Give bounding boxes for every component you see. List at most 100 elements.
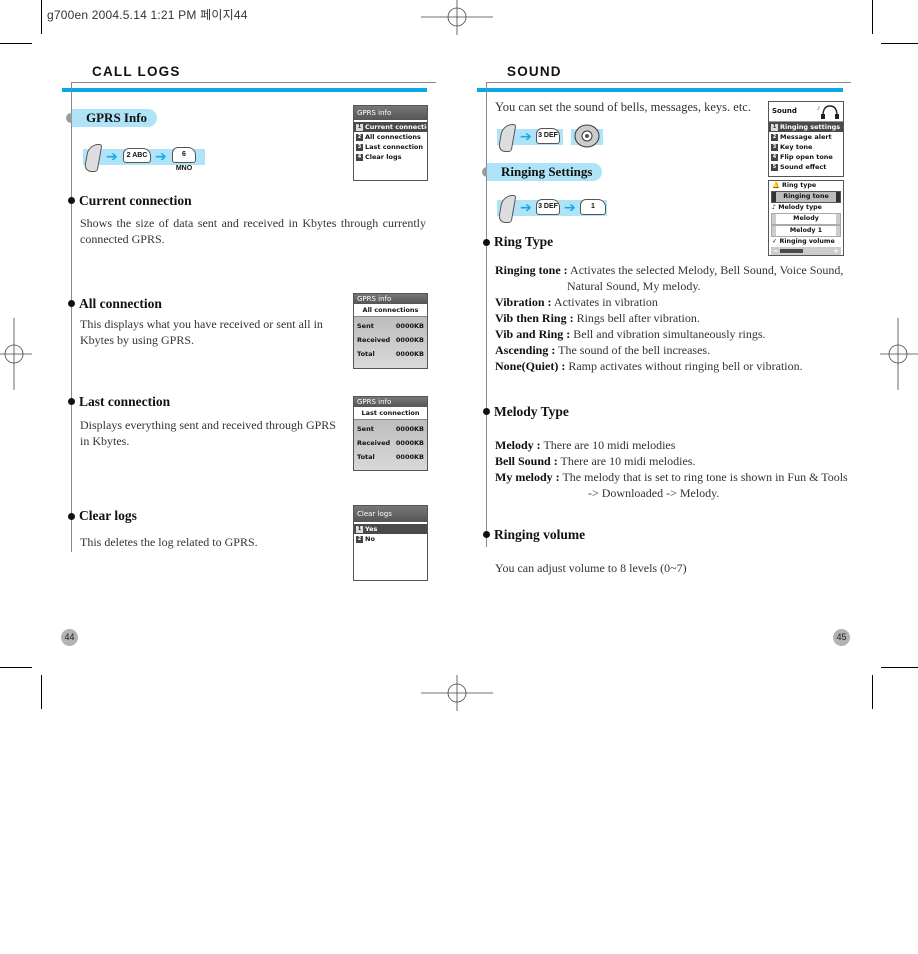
melody-type-definitions: Melody : There are 10 midi melodies Bell… bbox=[495, 437, 855, 501]
page-number: 44 bbox=[61, 629, 78, 646]
bullet-icon bbox=[68, 513, 75, 520]
text-last-connection: Displays everything sent and received th… bbox=[80, 418, 336, 448]
menu-item-key-tone[interactable]: 3 Key tone bbox=[769, 142, 843, 152]
def-my-melody: My melody : The melody that is set to ri… bbox=[495, 470, 848, 484]
bell-icon: 🔔 bbox=[772, 182, 780, 189]
heading-melody-type: Melody Type bbox=[494, 404, 569, 419]
menu-item-no[interactable]: 2 No bbox=[354, 534, 427, 544]
header-rule bbox=[486, 82, 851, 83]
def-bell-sound: Bell Sound : There are 10 midi melodies. bbox=[495, 454, 696, 468]
volume-label: ✓ Ringing volume bbox=[772, 238, 835, 245]
blue-rule bbox=[62, 88, 427, 92]
row-sent: Sent 0000KB bbox=[357, 425, 424, 433]
heading-clear-logs: Clear logs bbox=[79, 508, 137, 523]
registration-mark-icon bbox=[421, 675, 493, 711]
row-received: Received 0000KB bbox=[357, 439, 424, 447]
melody-category-selector[interactable]: Melody bbox=[771, 213, 841, 225]
text-current-connection: Shows the size of data sent and received… bbox=[80, 216, 426, 246]
heading-ringing-volume: Ringing volume bbox=[494, 527, 586, 542]
ring-type-selector[interactable]: Ringing tone bbox=[771, 191, 841, 203]
def-my-melody-cont: -> Downloaded -> Melody. bbox=[588, 486, 720, 500]
menu-item-ringing-settings[interactable]: 1 Ringing settings bbox=[769, 122, 843, 132]
arrow-right-icon: ➔ bbox=[155, 149, 167, 165]
menu-item-sound-effect[interactable]: 5 Sound effect bbox=[769, 162, 843, 172]
crop-mark bbox=[0, 43, 32, 44]
row-total: Total 0000KB bbox=[357, 453, 424, 461]
headphones-icon: ♪ bbox=[817, 105, 839, 119]
melody-selector[interactable]: Melody 1 bbox=[771, 225, 841, 237]
key-3: 3 DEF bbox=[536, 128, 560, 144]
menu-item-last-connection[interactable]: 3 Last connection bbox=[354, 142, 427, 152]
vertical-rule bbox=[71, 82, 72, 552]
ring-type-definitions: Ringing tone : Activates the selected Me… bbox=[495, 262, 855, 374]
arrow-right-icon: ➔ bbox=[520, 200, 532, 216]
bullet-icon bbox=[483, 239, 490, 246]
section-title: SOUND bbox=[507, 64, 562, 79]
bullet-icon bbox=[483, 408, 490, 415]
def-vib-and-ring: Vib and Ring : Bell and vibration simult… bbox=[495, 327, 766, 341]
page-number: 45 bbox=[833, 629, 850, 646]
arrow-right-icon: ➔ bbox=[564, 200, 576, 216]
sound-screen: Sound ♪ 1 Ringing settings 2 Message alert… bbox=[768, 101, 844, 177]
blue-rule bbox=[477, 88, 843, 92]
subsection-label: GPRS Info bbox=[72, 109, 157, 127]
last-connection-screen: GPRS info Last connection Sent 0000KB Rec… bbox=[353, 396, 428, 471]
volume-slider[interactable]: − + bbox=[771, 247, 841, 255]
screen-title: GPRS info bbox=[354, 106, 427, 122]
bullet-icon bbox=[483, 531, 490, 538]
def-ascending: Ascending : The sound of the bell increa… bbox=[495, 343, 711, 357]
row-received: Received 0000KB bbox=[357, 336, 424, 344]
row-total: Total 0000KB bbox=[357, 350, 424, 358]
text-ringing-volume: You can adjust volume to 8 levels (0~7) bbox=[495, 561, 687, 575]
registration-mark-icon bbox=[0, 318, 32, 390]
def-ringing-tone-cont: Natural Sound, My melody. bbox=[567, 279, 701, 293]
crop-mark bbox=[872, 0, 873, 34]
menu-item-current-connection[interactable]: 1 Current connectio bbox=[354, 122, 427, 132]
ring-type-label: 🔔 Ring type bbox=[772, 182, 817, 189]
ringing-settings-screen: 🔔 Ring type Ringing tone ♪ Melody type M… bbox=[768, 180, 844, 256]
svg-text:♪: ♪ bbox=[817, 106, 820, 112]
menu-item-yes[interactable]: 1 Yes bbox=[354, 524, 427, 534]
menu-item-all-connections[interactable]: 2 All connections bbox=[354, 132, 427, 142]
header-rule bbox=[71, 82, 436, 83]
def-vibration: Vibration : Activates in vibration bbox=[495, 295, 658, 309]
def-vib-then-ring: Vib then Ring : Rings bell after vibrati… bbox=[495, 311, 700, 325]
music-note-icon: ♪ bbox=[772, 204, 777, 211]
def-none-quiet: None(Quiet) : Ramp activates without rin… bbox=[495, 359, 803, 373]
melody-type-label: ♪ Melody type bbox=[772, 204, 822, 211]
key-6: 6 MNO bbox=[172, 147, 196, 172]
bullet-icon bbox=[68, 300, 75, 307]
heading-current-connection: Current connection bbox=[79, 193, 192, 208]
all-connections-screen: GPRS info All connections Sent 0000KB Rec… bbox=[353, 293, 428, 369]
screen-title: Sound ♪ bbox=[769, 102, 843, 122]
screen-subtitle: Last connection bbox=[354, 407, 427, 420]
crop-mark bbox=[881, 43, 918, 44]
menu-item-clear-logs[interactable]: 4 Clear logs bbox=[354, 152, 427, 162]
key-3: 3 DEF bbox=[536, 199, 560, 215]
registration-mark-icon bbox=[880, 318, 918, 390]
gprs-info-screen: GPRS info 1 Current connectio 2 All connec… bbox=[353, 105, 428, 181]
subsection-label: Ringing Settings bbox=[487, 163, 602, 181]
text-all-connection: This displays what you have received or … bbox=[80, 317, 323, 347]
blue-rule bbox=[420, 88, 427, 92]
header-rule bbox=[420, 82, 436, 83]
def-ringing-tone: Ringing tone : Activates the selected Me… bbox=[495, 263, 844, 277]
bullet-icon bbox=[68, 398, 75, 405]
row-sent: Sent 0000KB bbox=[357, 322, 424, 330]
arrow-right-icon: ➔ bbox=[520, 129, 532, 145]
menu-item-message-alert[interactable]: 2 Message alert bbox=[769, 132, 843, 142]
menu-item-flip-open-tone[interactable]: 4 Flip open tone bbox=[769, 152, 843, 162]
nav-key-icon bbox=[574, 124, 600, 148]
heading-last-connection: Last connection bbox=[79, 394, 171, 409]
clear-logs-screen: Clear logs 1 Yes 2 No bbox=[353, 505, 428, 581]
speaker-icon: ✓ bbox=[772, 238, 778, 245]
print-header: g700en 2004.5.14 1:21 PM 페이지44 bbox=[47, 8, 248, 22]
heading-all-connection: All connection bbox=[79, 296, 162, 311]
crop-mark bbox=[881, 667, 918, 668]
intro-text: You can set the sound of bells, messages… bbox=[495, 100, 751, 114]
registration-mark-icon bbox=[421, 0, 493, 35]
crop-mark bbox=[41, 675, 42, 709]
section-title: CALL LOGS bbox=[92, 64, 181, 79]
heading-ring-type: Ring Type bbox=[494, 234, 554, 249]
vertical-rule bbox=[486, 82, 487, 547]
